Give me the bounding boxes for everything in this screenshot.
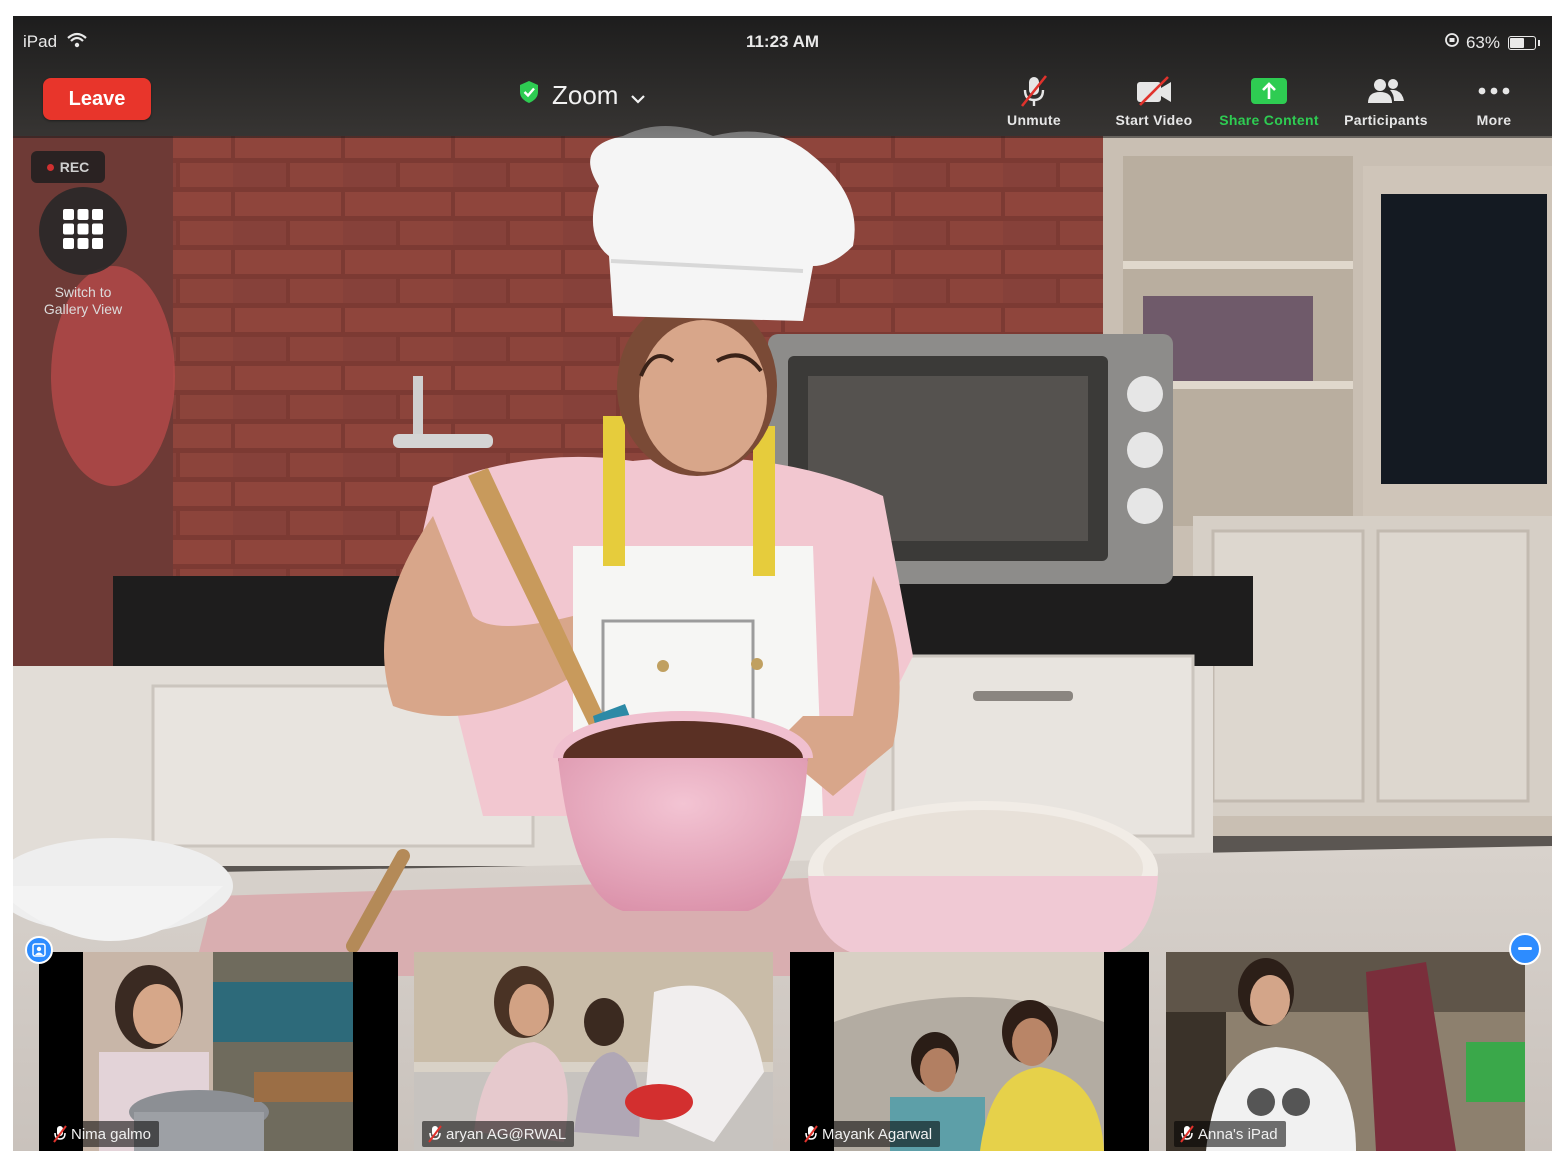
orientation-lock-icon bbox=[1444, 32, 1460, 53]
grid-icon bbox=[62, 208, 104, 255]
battery-level-fill bbox=[1510, 37, 1524, 48]
share-content-button[interactable]: Share Content bbox=[1214, 74, 1324, 134]
start-video-button[interactable]: Start Video bbox=[1099, 74, 1209, 134]
record-dot-icon bbox=[46, 163, 54, 171]
more-button[interactable]: More bbox=[1439, 74, 1549, 134]
share-up-arrow-icon bbox=[1214, 74, 1324, 108]
participant-name-tag: Nima galmo bbox=[47, 1121, 160, 1147]
participant-name-tag: Mayank Agarwal bbox=[798, 1121, 941, 1147]
participants-label: Participants bbox=[1344, 112, 1428, 128]
minus-circle-icon[interactable] bbox=[1509, 933, 1541, 965]
participant-name: aryan AG@RWAL bbox=[446, 1125, 567, 1143]
more-label: More bbox=[1476, 112, 1512, 128]
participant-name: Mayank Agarwal bbox=[822, 1125, 933, 1143]
mic-muted-icon bbox=[428, 1125, 442, 1143]
rec-label: REC bbox=[59, 159, 90, 175]
participant-tile[interactable]: Nima galmo bbox=[39, 952, 398, 1151]
video-off-icon bbox=[1099, 74, 1209, 108]
clock: 11:23 AM bbox=[745, 32, 820, 51]
mic-muted-icon bbox=[53, 1125, 67, 1143]
chevron-down-icon bbox=[630, 80, 646, 111]
recording-indicator: REC bbox=[31, 151, 105, 183]
pin-icon[interactable] bbox=[25, 936, 53, 964]
participants-button[interactable]: Participants bbox=[1331, 74, 1441, 134]
participants-icon bbox=[1331, 74, 1441, 108]
participant-name: Nima galmo bbox=[71, 1125, 152, 1143]
zoom-meeting-window: iPad 11:23 AM 63% Leave Zoom Unmute Star… bbox=[13, 16, 1552, 1151]
participant-tile[interactable]: Anna's iPad bbox=[1166, 952, 1525, 1151]
battery-percent: 63% bbox=[1465, 32, 1500, 52]
start-video-label: Start Video bbox=[1115, 112, 1193, 128]
participant-tile[interactable]: Mayank Agarwal bbox=[790, 952, 1149, 1151]
participant-name-tag: aryan AG@RWAL bbox=[422, 1121, 575, 1147]
participant-name-tag: Anna's iPad bbox=[1174, 1121, 1286, 1147]
mic-muted-icon bbox=[979, 74, 1089, 108]
battery-icon bbox=[1508, 35, 1540, 50]
leave-button[interactable]: Leave bbox=[43, 78, 151, 120]
ellipsis-icon bbox=[1439, 74, 1549, 108]
unmute-button[interactable]: Unmute bbox=[979, 74, 1089, 134]
status-right-group: 63% bbox=[1444, 32, 1540, 53]
meeting-title: Zoom bbox=[552, 79, 619, 110]
participant-name: Anna's iPad bbox=[1198, 1125, 1278, 1143]
share-content-label: Share Content bbox=[1219, 112, 1319, 128]
unmute-label: Unmute bbox=[1007, 112, 1061, 128]
participant-tile[interactable]: aryan AG@RWAL bbox=[414, 952, 773, 1151]
mic-muted-icon bbox=[804, 1125, 818, 1143]
ios-status-bar: iPad 11:23 AM 63% bbox=[13, 16, 1552, 66]
meeting-toolbar: Leave Zoom Unmute Start Video Share Cont… bbox=[13, 66, 1552, 138]
shield-check-icon bbox=[518, 80, 540, 111]
gallery-view-label: Switch to Gallery View bbox=[43, 284, 123, 317]
mic-muted-icon bbox=[1180, 1125, 1194, 1143]
participant-thumbnail-strip[interactable]: Nima galmo aryan AG@RWAL Mayank Agarwal … bbox=[13, 948, 1552, 1151]
meeting-info-dropdown[interactable]: Zoom bbox=[518, 78, 646, 112]
switch-to-gallery-view-button[interactable] bbox=[39, 187, 127, 275]
